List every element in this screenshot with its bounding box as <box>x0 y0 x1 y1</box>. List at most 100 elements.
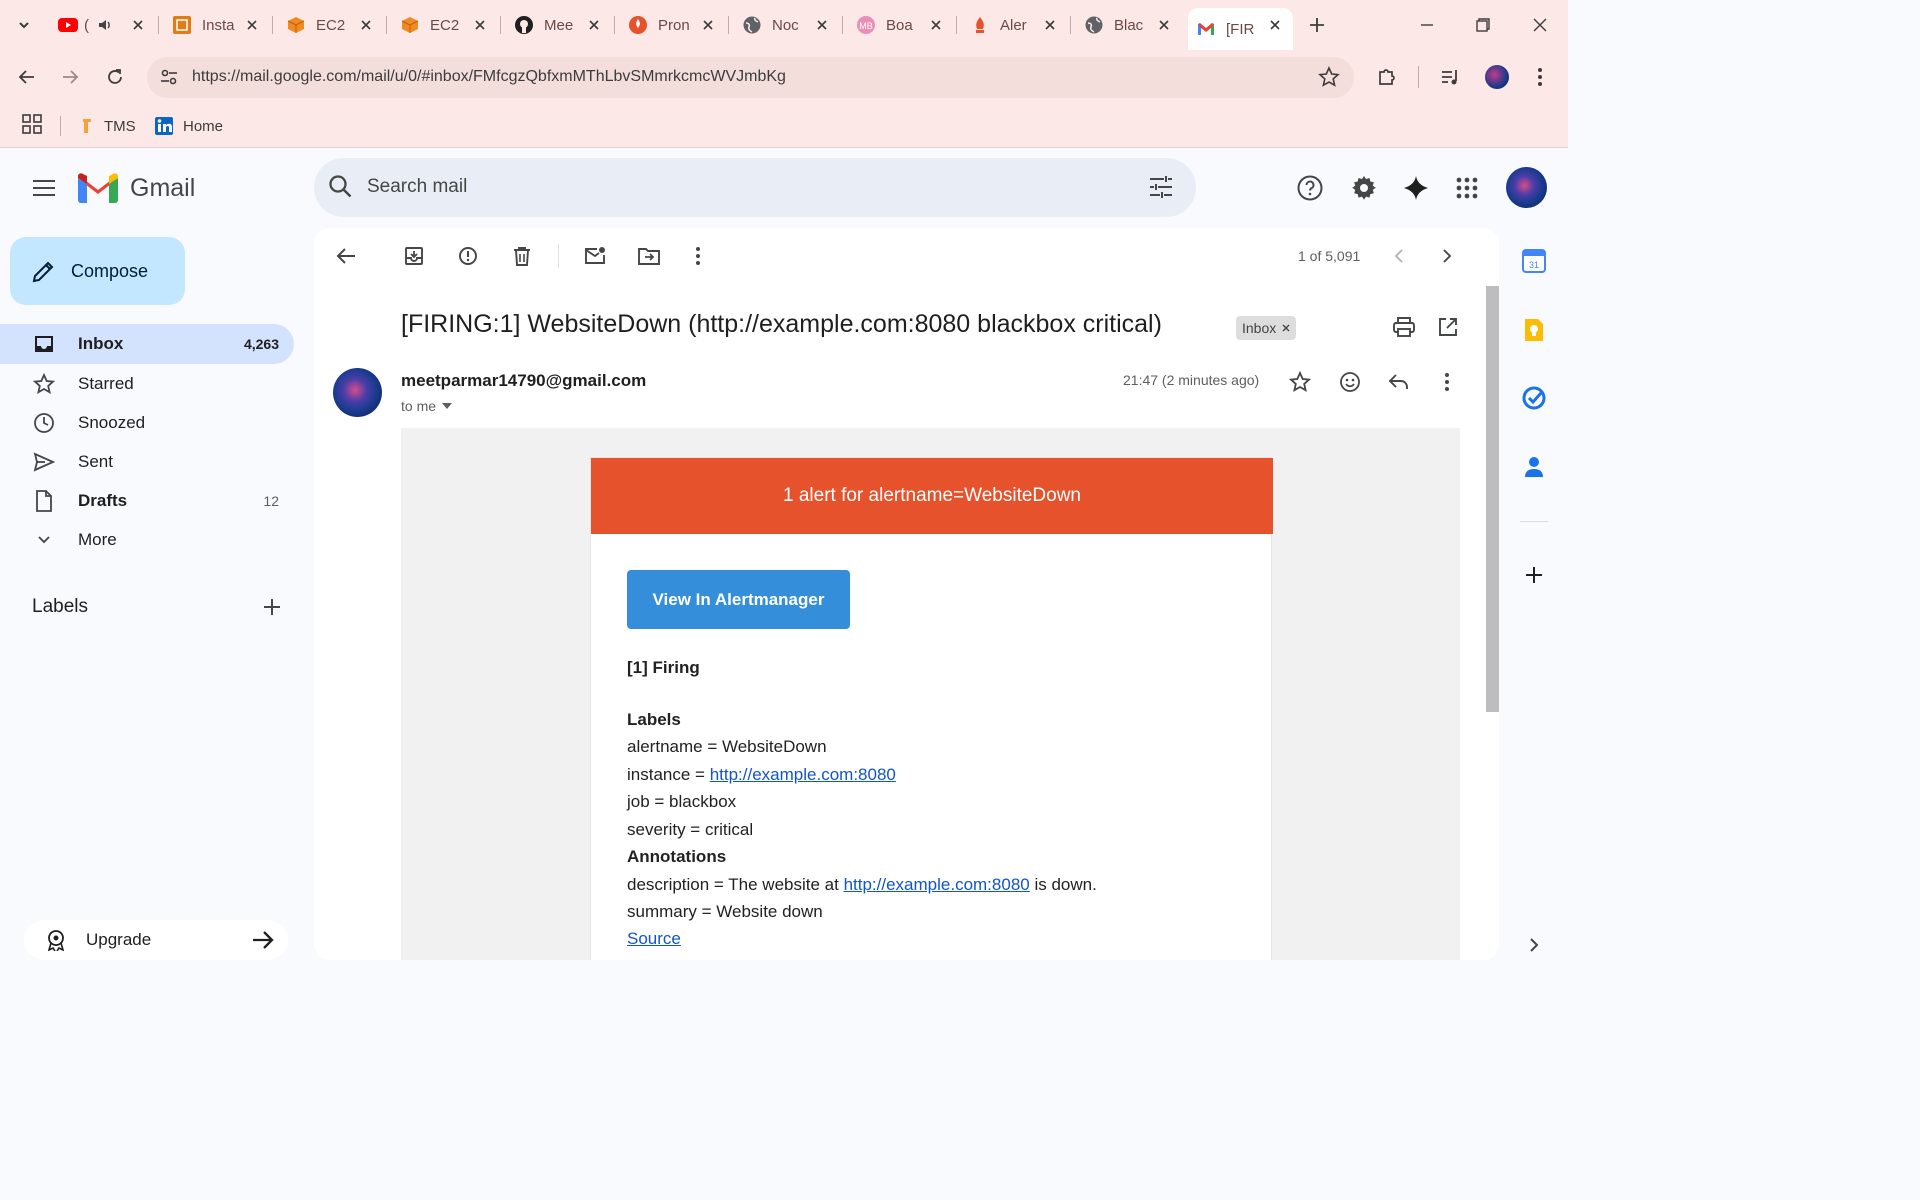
extensions-button[interactable] <box>1369 59 1405 95</box>
move-to-button[interactable] <box>631 238 667 274</box>
close-window-button[interactable] <box>1522 7 1558 43</box>
tab-youtube[interactable]: ( <box>50 8 156 42</box>
sender-avatar[interactable] <box>333 368 382 417</box>
close-icon[interactable] <box>1040 15 1060 35</box>
media-control-button[interactable] <box>1433 59 1469 95</box>
recipient-details[interactable]: to me <box>401 398 453 414</box>
tasks-icon <box>1522 386 1546 410</box>
create-label-button[interactable] <box>252 587 292 627</box>
close-icon[interactable] <box>356 15 376 35</box>
star-button[interactable] <box>1282 364 1318 400</box>
tab-label: Pron <box>658 16 690 34</box>
newer-button[interactable] <box>1381 238 1417 274</box>
print-button[interactable] <box>1386 309 1422 345</box>
close-icon[interactable] <box>926 15 946 35</box>
message-more-button[interactable] <box>1429 364 1465 400</box>
description-link[interactable]: http://example.com:8080 <box>844 875 1030 894</box>
search-bar[interactable]: Search mail <box>314 158 1196 217</box>
reply-button[interactable] <box>1381 364 1417 400</box>
new-tab-button[interactable] <box>1299 7 1335 43</box>
delete-button[interactable] <box>504 238 540 274</box>
tab-ec2-1[interactable]: EC2 <box>278 8 384 42</box>
tab-node[interactable]: Noc <box>734 8 840 42</box>
bookmark-tms[interactable]: TMS <box>78 114 136 138</box>
sender-email[interactable]: meetparmar14790@gmail.com <box>401 371 646 391</box>
site-info-icon[interactable] <box>157 65 181 89</box>
calendar-app-button[interactable]: 31 <box>1516 243 1552 279</box>
hide-side-panel-button[interactable] <box>1516 927 1552 963</box>
tab-ec2-2[interactable]: EC2 <box>392 8 498 42</box>
more-actions-button[interactable] <box>680 238 716 274</box>
tab-instance[interactable]: Insta <box>164 8 270 42</box>
older-button[interactable] <box>1429 238 1465 274</box>
close-icon[interactable] <box>1265 15 1285 35</box>
profile-button[interactable] <box>1479 59 1515 95</box>
gemini-button[interactable] <box>1396 168 1436 208</box>
get-addons-button[interactable] <box>1516 557 1552 593</box>
tab-metabase[interactable]: MB Boa <box>848 8 954 42</box>
browser-menu-button[interactable] <box>1522 59 1558 95</box>
tab-blackbox[interactable]: Blac <box>1076 8 1182 42</box>
gmail-header: Gmail Search mail <box>0 148 1568 228</box>
nav-label: Inbox <box>78 334 124 353</box>
caret-down-icon <box>442 403 453 409</box>
instance-link[interactable]: http://example.com:8080 <box>710 765 896 784</box>
nav-item-snoozed[interactable]: Snoozed <box>0 403 294 443</box>
close-icon[interactable] <box>470 15 490 35</box>
close-icon[interactable] <box>128 15 148 35</box>
nav-item-more[interactable]: More <box>0 520 294 560</box>
tab-gmail-active[interactable]: [FIR <box>1188 8 1293 50</box>
reload-button[interactable] <box>97 59 133 95</box>
gmail-logo[interactable]: Gmail <box>78 173 195 203</box>
source-link[interactable]: Source <box>627 929 681 948</box>
close-icon[interactable] <box>1154 15 1174 35</box>
minimize-button[interactable] <box>1409 7 1445 43</box>
close-icon[interactable] <box>698 15 718 35</box>
nav-item-inbox[interactable]: Inbox 4,263 <box>0 324 294 364</box>
nav-item-starred[interactable]: Starred <box>0 364 294 404</box>
account-avatar[interactable] <box>1506 167 1547 208</box>
upgrade-button[interactable]: Upgrade <box>24 920 288 960</box>
search-icon[interactable] <box>328 174 354 200</box>
search-input[interactable]: Search mail <box>367 176 467 198</box>
main-menu-button[interactable] <box>24 168 64 208</box>
close-icon[interactable] <box>242 15 262 35</box>
url-text[interactable]: https://mail.google.com/mail/u/0/#inbox/… <box>192 68 786 86</box>
close-icon[interactable] <box>584 15 604 35</box>
gear-icon <box>1352 176 1376 200</box>
apps-grid-icon[interactable] <box>21 113 43 135</box>
close-icon[interactable] <box>1282 324 1290 332</box>
scrollbar[interactable] <box>1486 286 1499 712</box>
bookmark-star-icon[interactable] <box>1318 66 1340 88</box>
forward-button[interactable] <box>52 59 88 95</box>
nav-item-sent[interactable]: Sent <box>0 442 294 482</box>
tab-alertmanager[interactable]: Aler <box>962 8 1068 42</box>
close-icon[interactable] <box>812 15 832 35</box>
plus-icon <box>264 599 280 615</box>
tasks-app-button[interactable] <box>1516 380 1552 416</box>
mark-unread-button[interactable] <box>577 238 613 274</box>
printer-icon <box>1393 317 1415 337</box>
tab-prometheus[interactable]: Pron <box>620 8 726 42</box>
back-button[interactable] <box>9 59 45 95</box>
keep-app-button[interactable] <box>1516 312 1552 348</box>
view-in-alertmanager-button[interactable]: View In Alertmanager <box>627 570 850 629</box>
open-new-window-button[interactable] <box>1430 309 1466 345</box>
bookmark-label: TMS <box>104 117 136 135</box>
nav-item-drafts[interactable]: Drafts 12 <box>0 481 294 521</box>
contacts-app-button[interactable] <box>1516 449 1552 485</box>
support-button[interactable] <box>1290 168 1330 208</box>
compose-button[interactable]: Compose <box>10 237 185 305</box>
address-bar[interactable]: https://mail.google.com/mail/u/0/#inbox/… <box>147 57 1354 98</box>
back-to-inbox-button[interactable] <box>328 238 364 274</box>
settings-button[interactable] <box>1344 168 1384 208</box>
bookmark-home[interactable]: Home <box>155 114 223 138</box>
tab-search-button[interactable] <box>6 7 42 43</box>
archive-button[interactable] <box>396 238 432 274</box>
add-reaction-button[interactable] <box>1332 364 1368 400</box>
search-options-icon[interactable] <box>1148 175 1174 199</box>
google-apps-button[interactable] <box>1447 168 1487 208</box>
restore-button[interactable] <box>1465 7 1501 43</box>
tab-github[interactable]: Mee <box>506 8 612 42</box>
report-spam-button[interactable] <box>450 238 486 274</box>
